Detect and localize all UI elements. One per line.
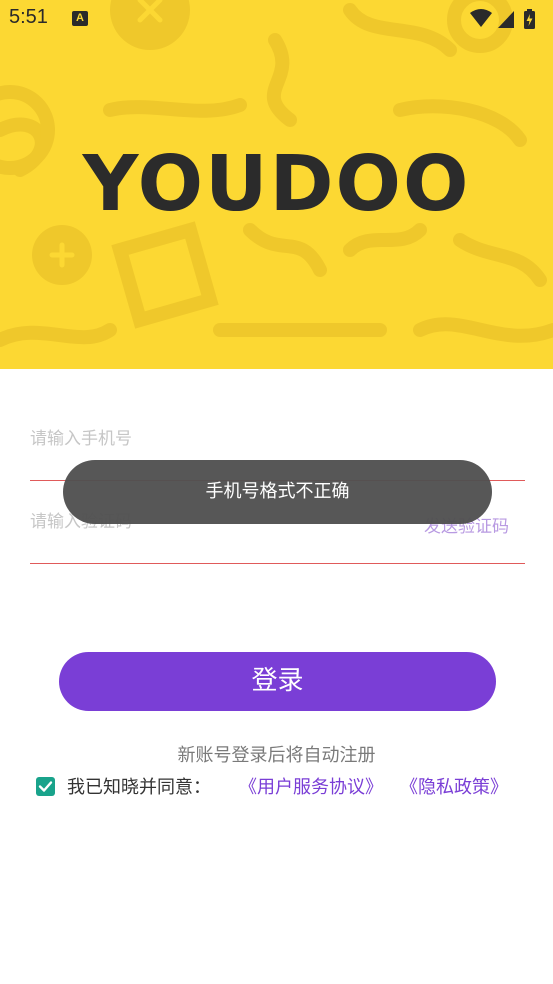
status-time: 5:51 (9, 6, 48, 28)
agreement-text: 我已知晓并同意： (67, 777, 211, 798)
login-button[interactable]: 登录 (59, 652, 496, 711)
error-toast: 手机号格式不正确 (63, 460, 492, 524)
battery-charging-icon (524, 9, 535, 29)
terms-of-service-link[interactable]: 《用户服务协议》 (239, 775, 383, 801)
phone-input[interactable] (30, 424, 390, 454)
status-icons (470, 9, 535, 29)
agree-checkbox[interactable] (36, 777, 55, 796)
signal-icon (498, 11, 514, 28)
checkmark-icon (38, 781, 53, 792)
agreement-row: 我已知晓并同意： 《用户服务协议》 《隐私政策》 (36, 775, 536, 801)
status-bar: 5:51 A (0, 0, 553, 38)
app-logo: YOUDOO (82, 140, 471, 229)
hero-header: 5:51 A YOUDOO (0, 0, 553, 369)
a-letter-icon: A (72, 11, 88, 26)
auto-register-note: 新账号登录后将自动注册 (177, 745, 376, 766)
privacy-policy-link[interactable]: 《隐私政策》 (400, 775, 508, 801)
wifi-icon (470, 9, 492, 27)
